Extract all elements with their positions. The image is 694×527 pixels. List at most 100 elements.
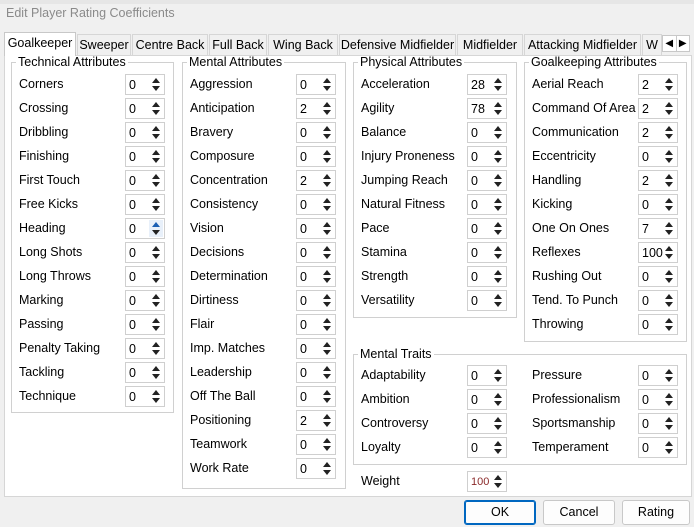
increment-arrow-icon[interactable] [494,198,502,203]
decrement-arrow-icon[interactable] [323,134,331,139]
spin-buttons[interactable] [491,244,505,261]
increment-arrow-icon[interactable] [494,270,502,275]
spin-buttons[interactable] [149,316,163,333]
increment-arrow-icon[interactable] [152,390,160,395]
spinbox-value[interactable]: 0 [471,126,478,140]
spin-buttons[interactable] [662,244,676,261]
decrement-arrow-icon[interactable] [152,230,160,235]
spinbox-value[interactable]: 2 [642,174,649,188]
value-spinbox[interactable]: 2 [296,98,336,119]
spin-buttons[interactable] [491,268,505,285]
increment-arrow-icon[interactable] [494,78,502,83]
spin-buttons[interactable] [149,388,163,405]
decrement-arrow-icon[interactable] [665,326,673,331]
increment-arrow-icon[interactable] [152,342,160,347]
value-spinbox[interactable]: 0 [467,389,507,410]
decrement-arrow-icon[interactable] [323,86,331,91]
value-spinbox[interactable]: 2 [638,98,678,119]
spin-buttons[interactable] [491,439,505,456]
spinbox-value[interactable]: 0 [129,294,136,308]
spinbox-value[interactable]: 0 [300,270,307,284]
spin-buttons[interactable] [320,316,334,333]
increment-arrow-icon[interactable] [665,198,673,203]
value-spinbox[interactable]: 0 [125,338,165,359]
increment-arrow-icon[interactable] [665,78,673,83]
value-spinbox[interactable]: 7 [638,218,678,239]
value-spinbox[interactable]: 0 [125,314,165,335]
value-spinbox[interactable]: 2 [638,170,678,191]
increment-arrow-icon[interactable] [494,417,502,422]
spin-buttons[interactable] [320,388,334,405]
decrement-arrow-icon[interactable] [323,302,331,307]
value-spinbox[interactable]: 0 [638,365,678,386]
decrement-arrow-icon[interactable] [494,134,502,139]
increment-arrow-icon[interactable] [323,150,331,155]
decrement-arrow-icon[interactable] [665,302,673,307]
spinbox-value[interactable]: 0 [471,174,478,188]
spinbox-value[interactable]: 0 [471,150,478,164]
decrement-arrow-icon[interactable] [323,206,331,211]
spin-buttons[interactable] [320,172,334,189]
value-spinbox[interactable]: 0 [125,122,165,143]
decrement-arrow-icon[interactable] [665,425,673,430]
value-spinbox[interactable]: 0 [638,437,678,458]
spin-buttons[interactable] [149,340,163,357]
spinbox-value[interactable]: 2 [300,414,307,428]
decrement-arrow-icon[interactable] [494,401,502,406]
increment-arrow-icon[interactable] [323,246,331,251]
weight-spinbox[interactable]: 100 [467,471,507,492]
spin-buttons[interactable] [491,415,505,432]
increment-arrow-icon[interactable] [665,270,673,275]
decrement-arrow-icon[interactable] [323,254,331,259]
value-spinbox[interactable]: 0 [638,266,678,287]
value-spinbox[interactable]: 0 [296,122,336,143]
ok-button[interactable]: OK [464,500,536,525]
spinbox-value[interactable]: 0 [642,198,649,212]
spin-buttons[interactable] [662,124,676,141]
rating-button[interactable]: Rating [622,500,690,525]
spinbox-value[interactable]: 0 [300,198,307,212]
spin-buttons[interactable] [491,292,505,309]
value-spinbox[interactable]: 0 [467,413,507,434]
decrement-arrow-icon[interactable] [665,86,673,91]
tab-full-back[interactable]: Full Back [209,34,267,55]
spinbox-value[interactable]: 0 [471,294,478,308]
tab-sweeper[interactable]: Sweeper [77,34,131,55]
increment-arrow-icon[interactable] [494,294,502,299]
value-spinbox[interactable]: 0 [296,266,336,287]
spinbox-value[interactable]: 2 [300,102,307,116]
increment-arrow-icon[interactable] [494,393,502,398]
spin-buttons[interactable] [662,148,676,165]
increment-arrow-icon[interactable] [323,390,331,395]
increment-arrow-icon[interactable] [494,475,502,480]
value-spinbox[interactable]: 28 [467,74,507,95]
spin-buttons[interactable] [149,292,163,309]
decrement-arrow-icon[interactable] [152,302,160,307]
spinbox-value[interactable]: 2 [300,174,307,188]
spinbox-value[interactable]: 0 [129,222,136,236]
spinbox-value[interactable]: 0 [129,390,136,404]
decrement-arrow-icon[interactable] [323,422,331,427]
spin-buttons[interactable] [491,196,505,213]
spinbox-value[interactable]: 0 [129,78,136,92]
decrement-arrow-icon[interactable] [152,398,160,403]
spin-buttons[interactable] [662,391,676,408]
spinbox-value[interactable]: 0 [129,270,136,284]
spinbox-value[interactable]: 0 [642,441,649,455]
value-spinbox[interactable]: 0 [638,314,678,335]
increment-arrow-icon[interactable] [323,222,331,227]
spin-buttons[interactable] [320,412,334,429]
decrement-arrow-icon[interactable] [152,278,160,283]
increment-arrow-icon[interactable] [323,102,331,107]
value-spinbox[interactable]: 0 [296,146,336,167]
value-spinbox[interactable]: 0 [638,146,678,167]
spinbox-value[interactable]: 2 [642,78,649,92]
value-spinbox[interactable]: 2 [638,74,678,95]
spin-buttons[interactable] [491,367,505,384]
spinbox-value[interactable]: 0 [300,366,307,380]
spin-buttons[interactable] [320,76,334,93]
increment-arrow-icon[interactable] [152,198,160,203]
value-spinbox[interactable]: 2 [638,122,678,143]
value-spinbox[interactable]: 0 [125,98,165,119]
decrement-arrow-icon[interactable] [152,350,160,355]
